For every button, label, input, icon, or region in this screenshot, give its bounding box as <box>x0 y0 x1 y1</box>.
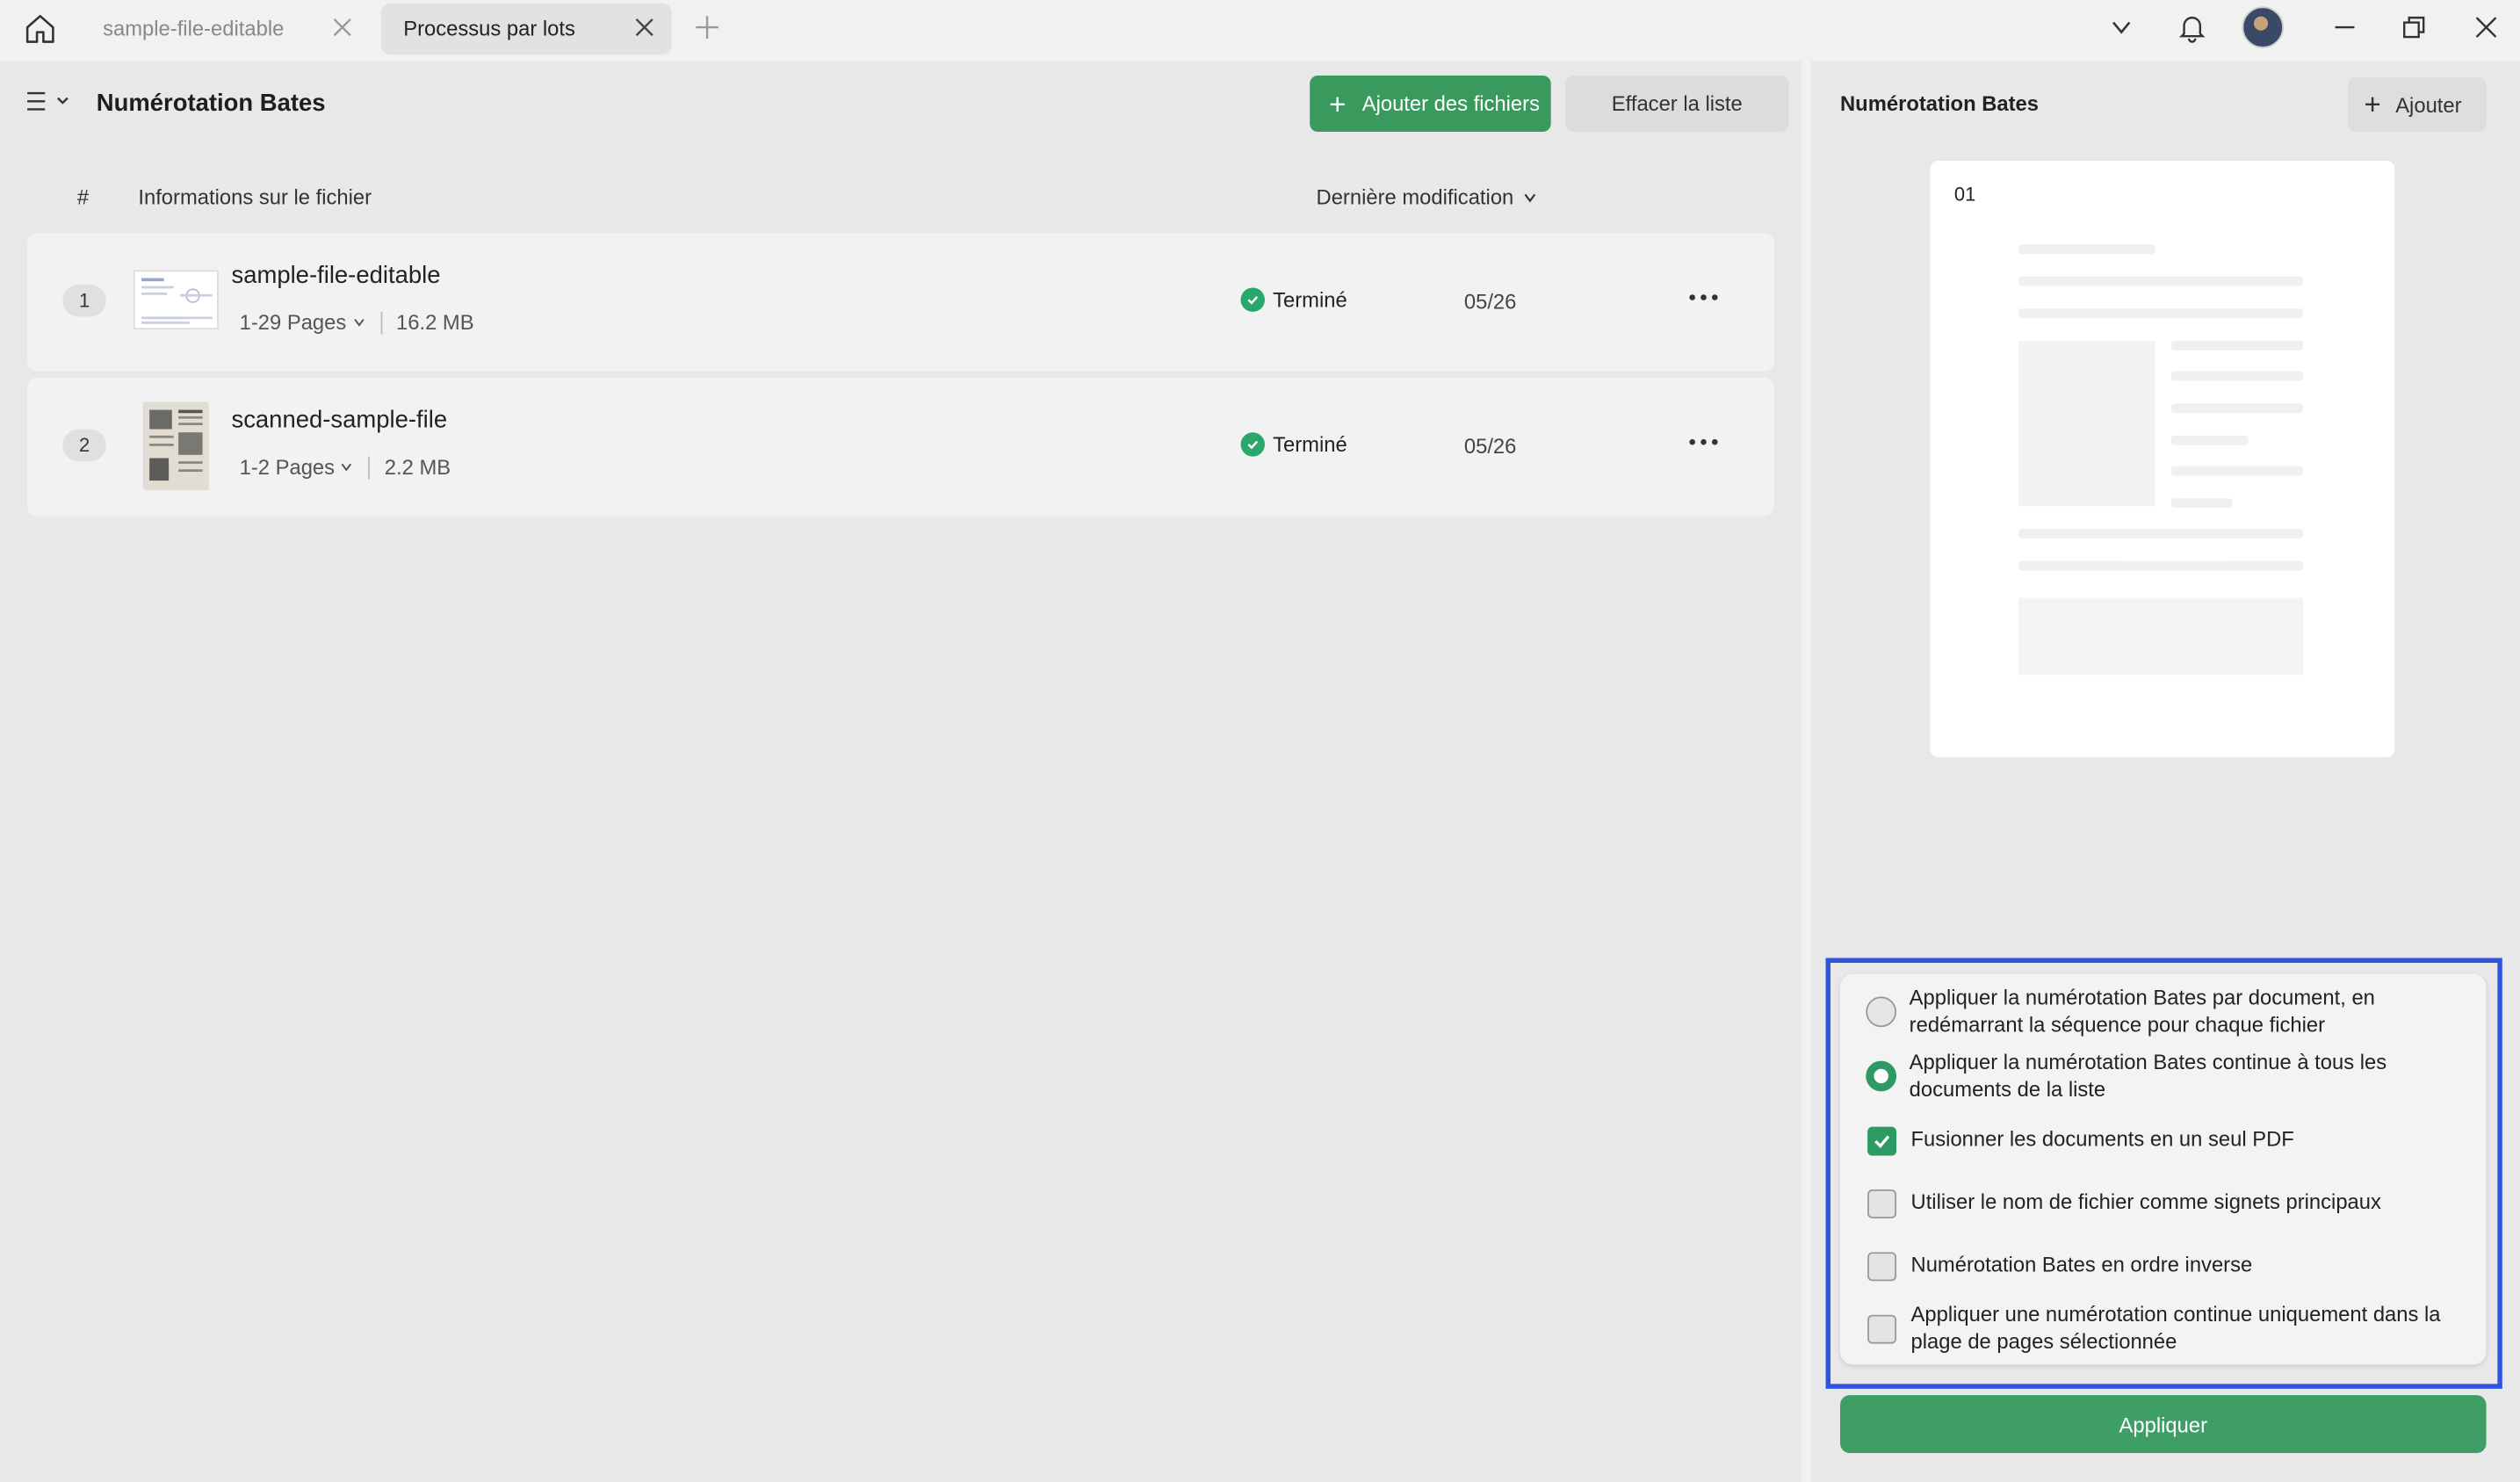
more-horizontal-icon <box>1689 294 1718 300</box>
minimize-button[interactable] <box>2327 10 2362 45</box>
home-button[interactable] <box>19 8 61 50</box>
option-merge-pdf[interactable]: Fusionner les documents en un seul PDF <box>1840 1125 2487 1158</box>
page-range-dropdown[interactable]: 1-29 Pages <box>239 310 366 335</box>
close-window-button[interactable] <box>2468 10 2503 45</box>
option-reverse-order[interactable]: Numérotation Bates en ordre inverse <box>1840 1251 2487 1283</box>
checkbox-selected-range[interactable] <box>1867 1314 1897 1344</box>
bates-settings-panel: Numérotation Bates + Ajouter 01 Applique… <box>1811 61 2520 1482</box>
add-template-button[interactable]: + Ajouter <box>2348 76 2487 133</box>
panel-title: Numérotation Bates <box>1840 91 2040 116</box>
minimize-icon <box>2335 25 2355 29</box>
menu-button[interactable] <box>25 90 70 115</box>
column-header-info: Informations sur le fichier <box>138 184 372 209</box>
add-template-label: Ajouter <box>2395 92 2462 117</box>
block-placeholder <box>2018 597 2303 676</box>
add-files-button[interactable]: + Ajouter des fichiers <box>1310 75 1551 133</box>
page-preview: 01 <box>1930 160 2395 757</box>
column-header-index: # <box>76 184 90 209</box>
modified-date: 05/26 <box>1463 434 1517 459</box>
file-thumbnail <box>133 270 219 330</box>
tab-label: Processus par lots <box>403 16 575 40</box>
more-options-button[interactable] <box>1686 426 1721 459</box>
option-continuous[interactable]: Appliquer la numérotation Bates continue… <box>1840 1048 2487 1106</box>
plus-icon: + <box>2364 88 2381 121</box>
option-filename-bookmarks[interactable]: Utiliser le nom de fichier comme signets… <box>1840 1188 2487 1220</box>
row-number: 2 <box>62 429 106 462</box>
status-label: Terminé <box>1273 432 1347 457</box>
clear-list-button[interactable]: Effacer la liste <box>1565 75 1789 133</box>
modified-date: 05/26 <box>1463 289 1517 314</box>
status-badge: Terminé <box>1240 432 1347 457</box>
chevron-down-icon <box>342 463 352 472</box>
divider <box>379 311 382 334</box>
check-circle-icon <box>1240 432 1265 457</box>
page-range-dropdown[interactable]: 1-2 Pages <box>240 455 354 479</box>
file-size: 16.2 MB <box>396 310 474 335</box>
close-icon[interactable] <box>331 16 354 39</box>
status-label: Terminé <box>1273 287 1347 312</box>
chevron-down-icon <box>1524 192 1535 202</box>
tabs-dropdown-button[interactable] <box>2104 10 2139 45</box>
checkbox-merge-pdf[interactable] <box>1867 1126 1897 1156</box>
option-per-document[interactable]: Appliquer la numérotation Bates par docu… <box>1840 984 2487 1042</box>
clear-list-label: Effacer la liste <box>1611 91 1743 116</box>
checkbox-reverse-order[interactable] <box>1867 1252 1897 1282</box>
radio-continuous[interactable] <box>1866 1060 1897 1092</box>
image-placeholder <box>2018 340 2155 507</box>
restore-button[interactable] <box>2396 10 2431 45</box>
table-row[interactable]: 1 sample-file-editable 1-29 Pages 16.2 M… <box>27 233 1774 372</box>
page-title: Numérotation Bates <box>96 90 326 118</box>
bell-icon <box>2178 16 2206 43</box>
close-icon <box>2475 17 2497 38</box>
app-window: sample-file-editable Processus par lots <box>0 0 2520 1482</box>
option-label: Appliquer la numérotation Bates continue… <box>1909 1049 2387 1102</box>
option-label: Appliquer une numérotation continue uniq… <box>1910 1302 2441 1354</box>
file-meta: 1-2 Pages 2.2 MB <box>240 455 451 479</box>
bates-options: Appliquer la numérotation Bates par docu… <box>1840 973 2487 1365</box>
divider <box>368 455 371 479</box>
file-list-panel: Numérotation Bates + Ajouter des fichier… <box>0 61 1802 1482</box>
title-bar: sample-file-editable Processus par lots <box>0 0 2520 61</box>
avatar[interactable] <box>2242 6 2285 48</box>
status-badge: Terminé <box>1240 287 1347 312</box>
column-header-modified[interactable]: Dernière modification <box>1316 184 1538 209</box>
file-size: 2.2 MB <box>384 454 451 480</box>
file-name: sample-file-editable <box>231 262 441 290</box>
close-icon[interactable] <box>633 16 656 39</box>
page-range-label: 1-29 Pages <box>239 310 347 335</box>
home-icon <box>25 15 54 43</box>
more-horizontal-icon <box>1689 438 1718 445</box>
radio-per-document[interactable] <box>1866 996 1897 1028</box>
file-name: scanned-sample-file <box>231 406 448 435</box>
option-label: Fusionner les documents en un seul PDF <box>1910 1126 2294 1152</box>
chevron-down-icon <box>2112 21 2131 34</box>
table-row[interactable]: 2 scanned-sample-file 1-2 Pages 2.2 MB T… <box>27 377 1774 517</box>
option-label: Utiliser le nom de fichier comme signets… <box>1910 1189 2381 1214</box>
column-header-modified-label: Dernière modification <box>1316 184 1514 209</box>
option-label: Appliquer la numérotation Bates par docu… <box>1909 985 2375 1037</box>
row-number: 1 <box>62 284 106 317</box>
page-range-label: 1-2 Pages <box>239 454 336 480</box>
checkmark-icon <box>1874 1135 1890 1149</box>
add-files-label: Ajouter des fichiers <box>1361 91 1540 116</box>
chevron-down-icon <box>353 318 364 327</box>
bates-number-preview: 01 <box>1953 183 1976 206</box>
tab-label: sample-file-editable <box>103 16 285 40</box>
notifications-button[interactable] <box>2175 10 2210 45</box>
new-tab-icon[interactable] <box>694 14 719 40</box>
option-label: Numérotation Bates en ordre inverse <box>1910 1252 2253 1276</box>
file-thumbnail <box>142 401 209 491</box>
checkbox-filename-bookmarks[interactable] <box>1867 1189 1897 1218</box>
more-options-button[interactable] <box>1686 281 1721 314</box>
restore-icon <box>2403 16 2425 39</box>
hamburger-icon <box>27 91 69 111</box>
apply-button[interactable]: Appliquer <box>1840 1395 2487 1454</box>
option-selected-range[interactable]: Appliquer une numérotation continue uniq… <box>1840 1300 2487 1358</box>
apply-label: Appliquer <box>2119 1412 2208 1436</box>
file-meta: 1-29 Pages 16.2 MB <box>240 310 474 334</box>
plus-icon: + <box>1329 87 1347 120</box>
tab-processus-par-lots[interactable]: Processus par lots <box>380 3 672 55</box>
tab-sample-file-editable[interactable]: sample-file-editable <box>80 4 369 55</box>
check-circle-icon <box>1240 287 1265 312</box>
